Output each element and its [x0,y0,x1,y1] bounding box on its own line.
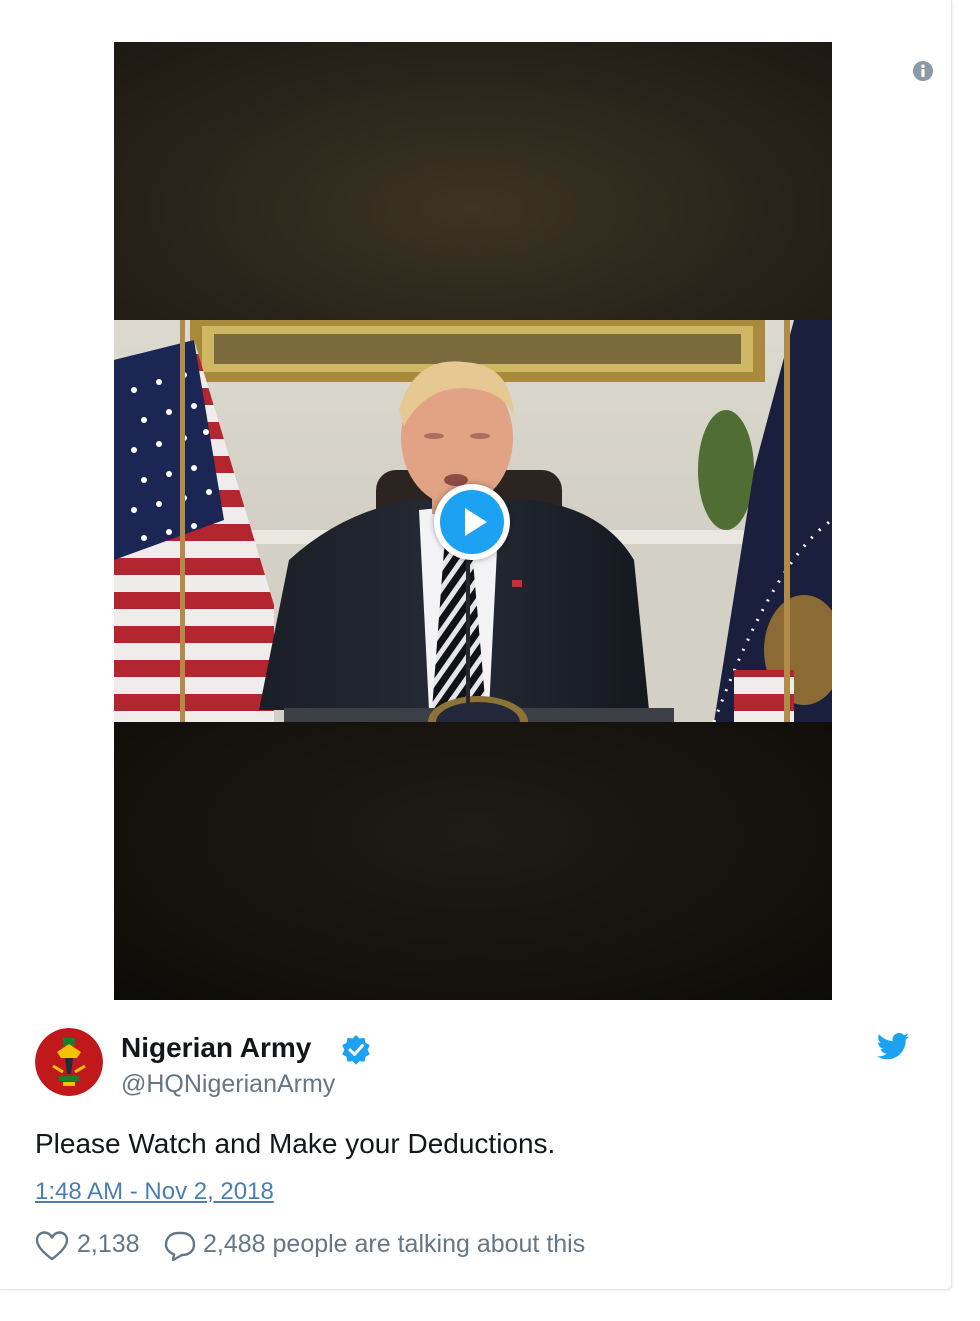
tweet-text: Please Watch and Make your Deductions. [35,1128,556,1159]
info-icon[interactable] [912,60,934,82]
reply-button[interactable]: 2,488 people are talking about this [163,1228,633,1264]
talking-count: 2,488 people are talking about this [203,1230,586,1258]
play-button[interactable] [434,484,510,560]
heart-icon [35,1231,69,1261]
video-player[interactable] [114,42,832,1000]
play-icon [440,490,504,554]
handle[interactable]: @HQNigerianArmy [121,1070,335,1099]
display-name[interactable]: Nigerian Army [121,1032,311,1064]
video-letterbox-top [114,42,832,320]
like-count: 2,138 [77,1230,140,1258]
avatar[interactable] [35,1028,103,1096]
tweet-timestamp-link[interactable]: 1:48 AM - Nov 2, 2018 [35,1178,274,1206]
tweet-actions: 2,138 2,488 people are talking about thi… [35,1228,735,1264]
video-letterbox-bottom [114,722,832,1000]
speech-bubble-icon [164,1231,196,1262]
verified-badge-icon [342,1035,370,1065]
twitter-bird-icon[interactable] [876,1032,910,1062]
